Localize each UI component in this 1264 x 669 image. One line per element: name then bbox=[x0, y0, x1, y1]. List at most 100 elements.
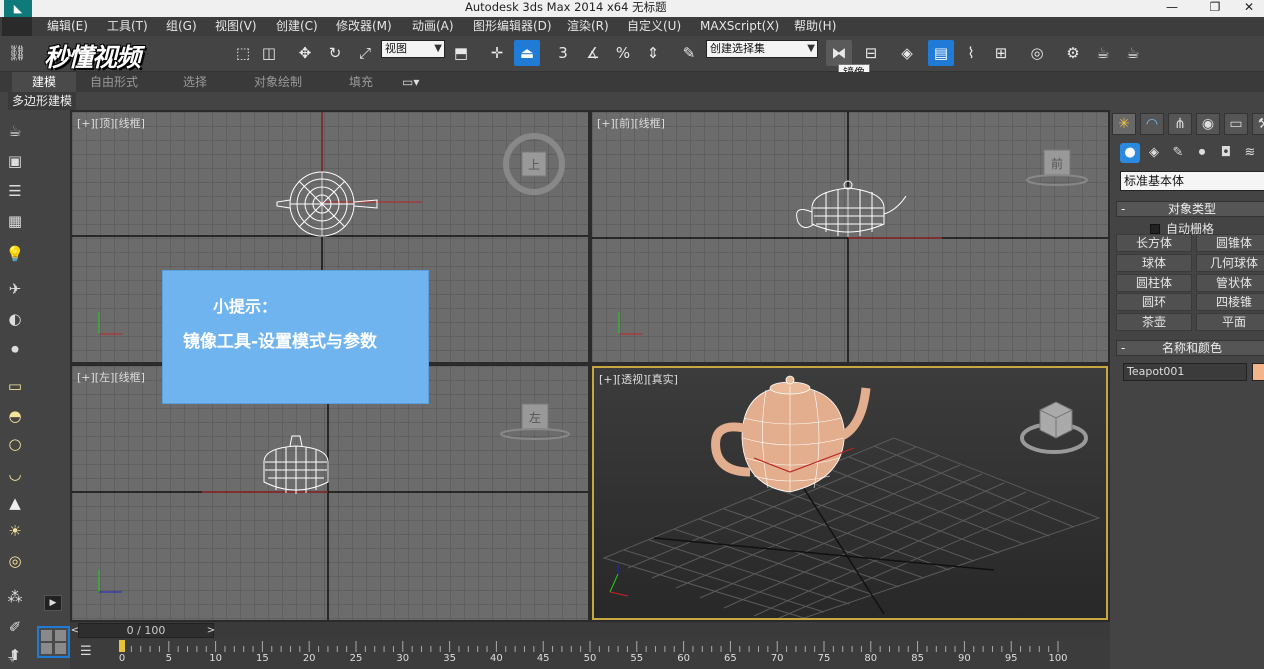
edit-named-sel-icon[interactable]: ✎ bbox=[676, 40, 702, 66]
menu-help[interactable]: 帮助(H) bbox=[794, 17, 836, 36]
menu-maxscript[interactable]: MAXScript(X) bbox=[700, 17, 779, 36]
tab-freeform[interactable]: 自由形式 bbox=[90, 72, 138, 92]
helpers-category-icon[interactable]: ◘ bbox=[1216, 143, 1236, 163]
camera-icon[interactable]: ✈ bbox=[3, 278, 27, 300]
menu-view[interactable]: 视图(V) bbox=[215, 17, 257, 36]
track-bar-menu-icon[interactable]: ☰ bbox=[80, 644, 102, 662]
viewport-left[interactable]: 左 [+][左][线框] bbox=[72, 366, 588, 620]
viewport-top-label[interactable]: [+][顶][线框] bbox=[77, 115, 145, 131]
cone-icon[interactable]: ▲ bbox=[3, 492, 27, 514]
snap-3-icon[interactable]: 3 bbox=[550, 40, 576, 66]
create-tab-icon[interactable]: ✳ bbox=[1112, 113, 1136, 135]
object-type-rollout-header[interactable]: - 对象类型 bbox=[1116, 201, 1264, 217]
list-icon[interactable]: ☰ bbox=[3, 180, 27, 202]
particles-icon[interactable]: ⁂ bbox=[3, 586, 27, 608]
plane-button[interactable]: 平面 bbox=[1196, 313, 1264, 331]
percent-snap-icon[interactable]: % bbox=[610, 40, 636, 66]
sun-icon[interactable]: ☀ bbox=[3, 520, 27, 542]
display-tab-icon[interactable]: ▭ bbox=[1224, 113, 1248, 135]
track-bar[interactable]: 0 5 10 15 20 25 30 35 40 45 50 55 60 65 70 75 80 85 90 95 10… bbox=[70, 639, 1110, 669]
layer-icon[interactable]: ◈ bbox=[894, 40, 920, 66]
menu-graph-editors[interactable]: 图形编辑器(D) bbox=[473, 17, 552, 36]
menu-modifiers[interactable]: 修改器(M) bbox=[336, 17, 392, 36]
link-icon[interactable]: ⛓ bbox=[4, 40, 30, 66]
menu-customize[interactable]: 自定义(U) bbox=[627, 17, 681, 36]
curve-editor-icon[interactable]: ⌇ bbox=[958, 40, 984, 66]
box-button[interactable]: 长方体 bbox=[1116, 234, 1192, 252]
film-icon[interactable]: ⏺ bbox=[3, 338, 27, 360]
lights-category-icon[interactable]: ✎ bbox=[1168, 143, 1188, 163]
select-region-icon[interactable]: ⬚ bbox=[230, 40, 256, 66]
grid-icon[interactable]: ▦ bbox=[3, 210, 27, 232]
current-frame-marker[interactable] bbox=[119, 640, 125, 652]
viewport-front-label[interactable]: [+][前][线框] bbox=[597, 115, 665, 131]
viewport-perspective[interactable]: [+][透视][真实] bbox=[592, 366, 1108, 620]
tab-object-paint[interactable]: 对象绘制 bbox=[254, 72, 302, 92]
play-button[interactable]: ▶ bbox=[44, 595, 62, 611]
viewport-front[interactable]: 前 [+][前][线框] bbox=[592, 112, 1108, 362]
light-icon[interactable]: 💡 bbox=[3, 243, 27, 265]
render-frame-icon[interactable]: ☕ bbox=[1090, 40, 1116, 66]
helper-icon[interactable]: ◐ bbox=[3, 308, 27, 330]
motion-tab-icon[interactable]: ◉ bbox=[1196, 113, 1220, 135]
restore-button[interactable]: ❐ bbox=[1200, 0, 1230, 17]
bowl-icon[interactable]: ◡ bbox=[3, 463, 27, 485]
minimize-button[interactable]: — bbox=[1157, 0, 1187, 17]
align-icon[interactable]: ⊟ bbox=[858, 40, 884, 66]
tab-modeling[interactable]: 建模 bbox=[12, 72, 77, 92]
polygon-modeling-label[interactable]: 多边形建模 bbox=[8, 92, 77, 110]
object-name-field[interactable]: Teapot001 bbox=[1123, 363, 1247, 381]
primitive-type-dropdown[interactable]: 标准基本体 bbox=[1120, 171, 1264, 191]
sphere-button[interactable]: 球体 bbox=[1116, 254, 1192, 272]
time-slider[interactable]: 0 / 100 bbox=[78, 623, 214, 638]
torus-button[interactable]: 圆环 bbox=[1116, 293, 1192, 311]
schematic-icon[interactable]: ⊞ bbox=[988, 40, 1014, 66]
teapot-button[interactable]: 茶壶 bbox=[1116, 313, 1192, 331]
geosphere-button[interactable]: 几何球体 bbox=[1196, 254, 1264, 272]
cone-button[interactable]: 圆锥体 bbox=[1196, 234, 1264, 252]
3ds-max-logo-icon[interactable]: ◣ bbox=[4, 0, 32, 17]
brush-icon[interactable]: ✐ bbox=[3, 616, 27, 638]
rotate-icon[interactable]: ↻ bbox=[322, 40, 348, 66]
viewport-left-label[interactable]: [+][左][线框] bbox=[77, 369, 145, 385]
tab-populate[interactable]: 填充 bbox=[349, 72, 373, 92]
pivot-icon[interactable]: ⬒ bbox=[448, 40, 474, 66]
named-selection-dropdown[interactable]: 创建选择集 ▼ bbox=[706, 40, 818, 58]
modify-tab-icon[interactable]: ◠ bbox=[1140, 113, 1164, 135]
close-button[interactable]: ✕ bbox=[1234, 0, 1264, 17]
scene-explorer-icon[interactable]: ▤ bbox=[928, 40, 954, 66]
pyramid-button[interactable]: 四棱锥 bbox=[1196, 293, 1264, 311]
name-color-rollout-header[interactable]: - 名称和颜色 bbox=[1116, 340, 1264, 356]
angle-snap-icon[interactable]: ∡ bbox=[580, 40, 606, 66]
menu-create[interactable]: 创建(C) bbox=[276, 17, 318, 36]
sphere-icon[interactable]: ◓ bbox=[3, 405, 27, 427]
scale-icon[interactable]: ⤢ bbox=[352, 40, 378, 66]
geometry-category-icon[interactable]: ● bbox=[1120, 143, 1140, 163]
render-window-icon[interactable]: ▣ bbox=[3, 150, 27, 172]
shapes-category-icon[interactable]: ◈ bbox=[1144, 143, 1164, 163]
menu-edit[interactable]: 编辑(E) bbox=[47, 17, 88, 36]
keyboard-shortcut-override-icon[interactable]: ⏏ bbox=[514, 40, 540, 66]
viewcube-perspective[interactable] bbox=[1020, 401, 1088, 454]
cylinder-button[interactable]: 圆柱体 bbox=[1116, 274, 1192, 292]
box-icon[interactable]: ▭ bbox=[3, 375, 27, 397]
hierarchy-tab-icon[interactable]: ⋔ bbox=[1168, 113, 1192, 135]
cameras-category-icon[interactable]: ⏺ bbox=[1192, 143, 1212, 163]
render-setup-icon[interactable]: ⚙ bbox=[1060, 40, 1086, 66]
window-crossing-icon[interactable]: ◫ bbox=[256, 40, 282, 66]
ring-icon[interactable]: ◎ bbox=[3, 550, 27, 572]
torus-icon[interactable]: ○ bbox=[3, 433, 27, 455]
viewport-layout-icon[interactable] bbox=[37, 626, 70, 658]
menu-group[interactable]: 组(G) bbox=[166, 17, 197, 36]
tube-button[interactable]: 管状体 bbox=[1196, 274, 1264, 292]
menu-rendering[interactable]: 渲染(R) bbox=[567, 17, 609, 36]
ribbon-options-button[interactable]: ▭▾ bbox=[402, 72, 419, 92]
menu-animation[interactable]: 动画(A) bbox=[412, 17, 454, 36]
material-editor-icon[interactable]: ◎ bbox=[1024, 40, 1050, 66]
mirror-icon[interactable]: ⧓ bbox=[826, 40, 852, 66]
spacewarps-category-icon[interactable]: ≋ bbox=[1240, 143, 1260, 163]
tab-selection[interactable]: 选择 bbox=[183, 72, 207, 92]
render-icon[interactable]: ☕ bbox=[1120, 40, 1146, 66]
menu-tools[interactable]: 工具(T) bbox=[107, 17, 148, 36]
reference-coord-dropdown[interactable]: 视图 ▼ bbox=[381, 40, 445, 58]
